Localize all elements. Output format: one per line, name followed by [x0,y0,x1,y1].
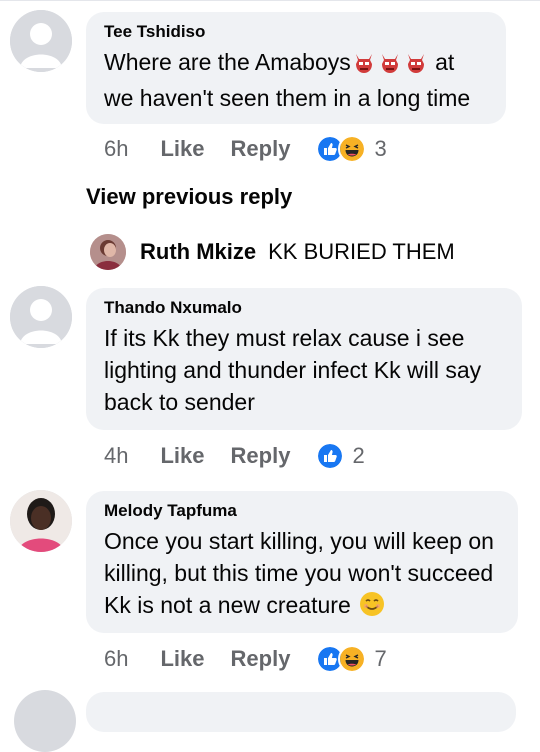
like-icon [316,442,345,470]
reply-author[interactable]: Ruth Mkize [140,239,256,265]
comment-actions: 6h Like Reply 7 [104,644,387,674]
reply-button[interactable]: Reply [231,443,291,469]
reply-button[interactable]: Reply [231,136,291,162]
avatar-default[interactable] [10,286,72,348]
comment-bubble: Melody Tapfuma Once you start killing, y… [86,491,518,633]
reply-button[interactable]: Reply [231,646,291,672]
comment-text-part: Once you start killing, you will keep on… [104,528,494,618]
reaction-summary[interactable]: 2 [316,442,365,470]
smiling-face-icon [359,591,385,625]
avatar[interactable] [90,234,126,270]
comment-author[interactable]: Melody Tapfuma [104,501,500,521]
profile-photo-icon [10,490,72,552]
comment-text: If its Kk they must relax cause i see li… [104,325,482,415]
view-previous-reply-link[interactable]: View previous reply [86,184,292,210]
reaction-count: 3 [374,136,387,161]
like-button[interactable]: Like [160,443,204,469]
comment-author[interactable]: Thando Nxumalo [104,298,504,318]
top-divider [0,0,540,1]
comment-text-part: Where are the Amaboys [104,49,351,75]
comment-author[interactable]: Tee Tshidiso [104,22,488,42]
avatar-default[interactable] [10,10,72,72]
default-avatar-icon [10,286,72,348]
comment-text: Once you start killing, you will keep on… [104,525,500,625]
default-avatar-icon [10,10,72,72]
comment-time[interactable]: 6h [104,136,128,162]
comment-bubble: Thando Nxumalo If its Kk they must relax… [86,288,522,430]
ogre-icon [405,50,427,82]
like-button[interactable]: Like [160,136,204,162]
comment-bubble: Tee Tshidiso Where are the Amaboys at we… [86,12,506,124]
reaction-summary[interactable]: 7 [316,645,387,673]
comment-actions: 6h Like Reply 3 [104,134,387,164]
comment-text: Where are the Amaboys at we haven't seen… [104,46,488,114]
haha-icon [338,645,367,673]
comment-time[interactable]: 4h [104,443,128,469]
reply-preview[interactable]: Ruth Mkize KK BURIED THEM [90,234,455,270]
like-button[interactable]: Like [160,646,204,672]
avatar[interactable] [10,490,72,552]
avatar-default[interactable] [14,690,76,752]
ogre-icon [353,50,375,82]
comment-bubble [86,692,516,732]
comment-time[interactable]: 6h [104,646,128,672]
comment-actions: 4h Like Reply 2 [104,441,365,471]
ogre-icon [379,50,401,82]
reaction-count: 2 [352,443,365,468]
reaction-summary[interactable]: 3 [316,135,387,163]
profile-photo-icon [90,234,126,270]
haha-icon [338,135,367,163]
reply-text: KK BURIED THEM [268,239,455,264]
reaction-count: 7 [374,646,387,671]
